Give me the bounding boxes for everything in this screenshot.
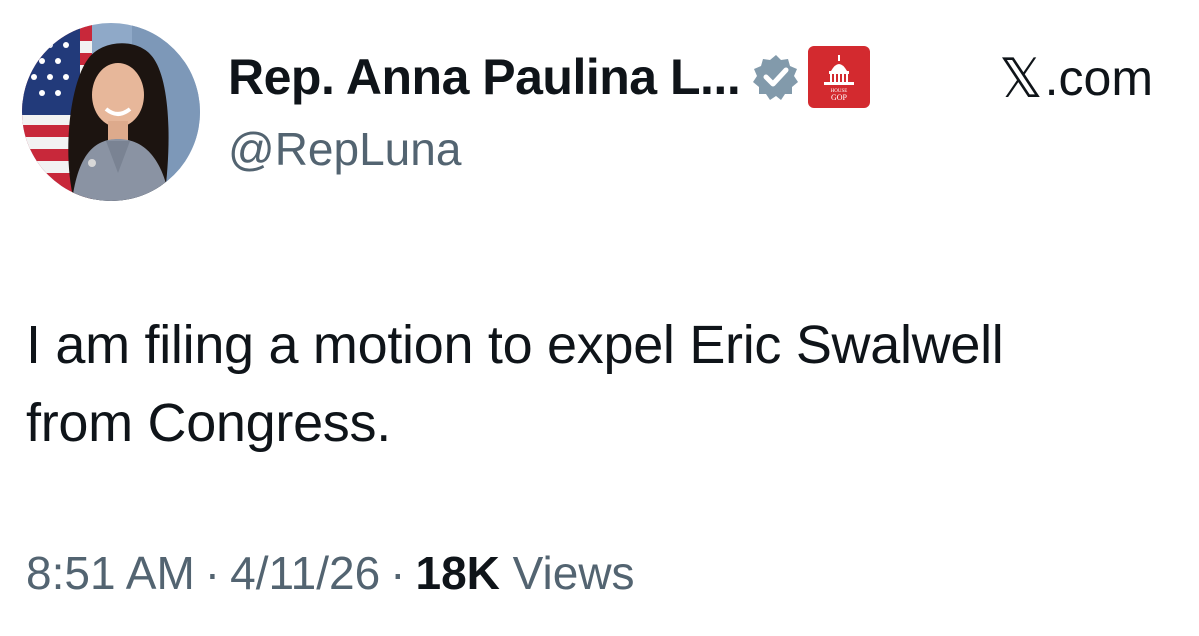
author-display-name[interactable]: Rep. Anna Paulina L... [228, 48, 741, 106]
tweet-text-line: I am filing a motion to expel Eric Swalw… [26, 315, 1004, 375]
author-handle[interactable]: @RepLuna [228, 122, 461, 176]
affiliation-label-bottom: GOP [831, 93, 848, 102]
capitol-dome-icon: HOUSE GOP [824, 55, 855, 102]
tweet-time[interactable]: 8:51 AM [26, 547, 195, 599]
tweet-text-line: from Congress. [26, 393, 391, 453]
x-logo-icon: 𝕏 [999, 46, 1043, 110]
source-label: 𝕏 .com [999, 46, 1153, 110]
author-name-row: Rep. Anna Paulina L... HOUSE GOP [228, 46, 871, 108]
avatar-photo [22, 23, 200, 201]
views-label: Views [512, 547, 635, 599]
meta-separator: · [204, 547, 221, 599]
tweet-meta: 8:51 AM · 4/11/26 · 18K Views [26, 546, 635, 600]
meta-separator: · [390, 547, 406, 599]
source-domain: .com [1044, 50, 1153, 106]
profile-avatar[interactable] [22, 23, 200, 201]
house-gop-affiliation-badge[interactable]: HOUSE GOP [808, 46, 871, 108]
tweet-text: I am filing a motion to expel Eric Swalw… [26, 306, 1176, 462]
tweet-date[interactable]: 4/11/26 [230, 547, 380, 599]
verified-badge-icon[interactable] [752, 53, 800, 101]
views-count: 18K [415, 547, 500, 599]
